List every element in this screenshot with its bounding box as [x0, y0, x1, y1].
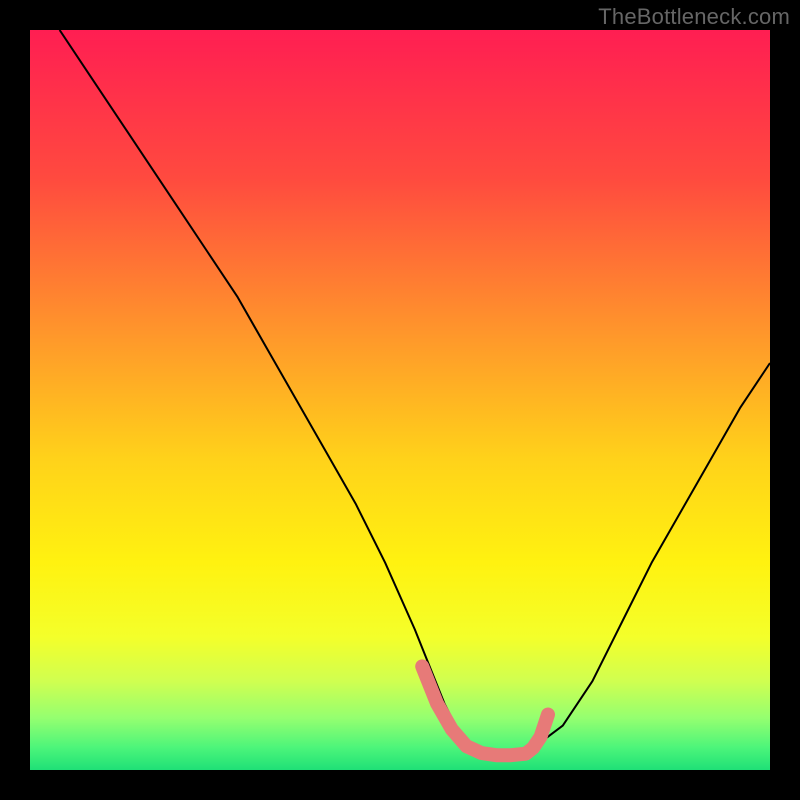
bottleneck-chart	[0, 0, 800, 800]
watermark-text: TheBottleneck.com	[598, 4, 790, 30]
chart-frame: TheBottleneck.com	[0, 0, 800, 800]
gradient-background	[30, 30, 770, 770]
